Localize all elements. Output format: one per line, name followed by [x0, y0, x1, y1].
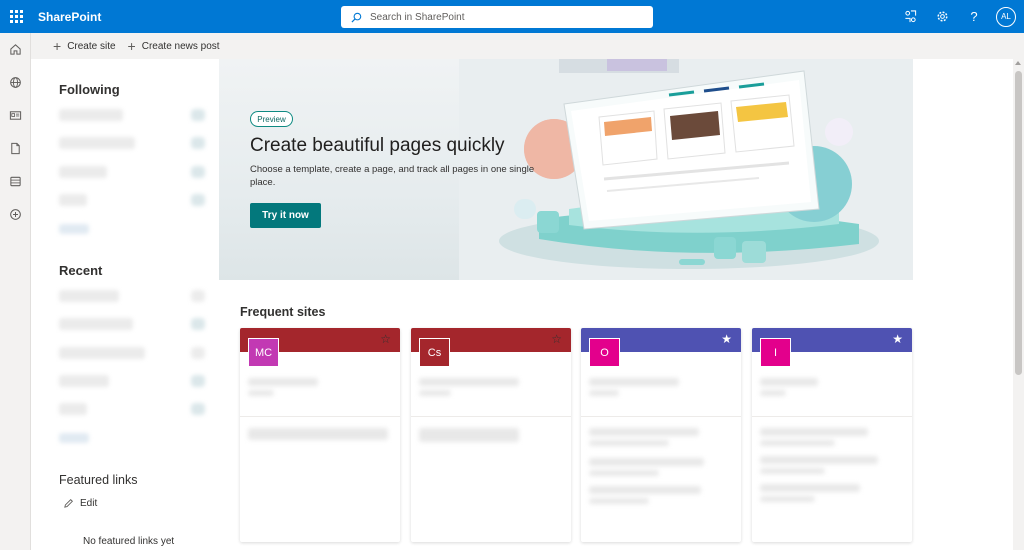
recent-item[interactable] [59, 375, 205, 387]
page-scrollbar[interactable] [1013, 59, 1024, 550]
appbar-sites-button[interactable] [0, 66, 31, 99]
waffle-icon [9, 10, 23, 23]
search-box[interactable] [341, 6, 653, 28]
scroll-up-arrow-icon[interactable] [1015, 61, 1021, 65]
site-logo: Cs [419, 338, 450, 367]
site-logo: O [589, 338, 620, 367]
plus-icon: + [127, 38, 136, 54]
settings-button[interactable] [926, 0, 958, 33]
star-filled-icon[interactable]: ★ [892, 333, 903, 345]
account-avatar[interactable]: AL [996, 6, 1016, 27]
appbar-lists-button[interactable] [0, 165, 31, 198]
gear-icon [936, 11, 948, 22]
pencil-icon [64, 499, 73, 508]
create-icon [10, 209, 21, 220]
following-item[interactable] [59, 194, 205, 206]
document-icon [11, 142, 20, 155]
appbar-home-button[interactable] [0, 33, 31, 66]
app-launcher-button[interactable] [0, 0, 32, 33]
try-it-now-button[interactable]: Try it now [250, 203, 321, 228]
home-icon [10, 44, 21, 55]
following-heading: Following [59, 82, 120, 97]
appbar-files-button[interactable] [0, 132, 31, 165]
site-logo: MC [248, 338, 279, 367]
create-news-label: Create news post [141, 40, 220, 52]
create-site-label: Create site [67, 40, 116, 52]
people-network-icon [904, 10, 916, 23]
star-outline-icon[interactable]: ☆ [380, 333, 391, 345]
star-outline-icon[interactable]: ☆ [551, 333, 562, 345]
following-item[interactable] [59, 109, 205, 121]
main-content: Preview Create beautiful pages quickly C… [219, 59, 1013, 550]
hero-title: Create beautiful pages quickly [250, 135, 505, 156]
hero-banner: Preview Create beautiful pages quickly C… [219, 59, 913, 280]
recent-item[interactable] [59, 403, 205, 415]
lists-icon [10, 176, 21, 187]
recent-item[interactable] [59, 347, 205, 359]
suite-bar: SharePoint ? AL [0, 0, 1024, 33]
people-network-button[interactable] [894, 0, 926, 33]
app-bar [0, 33, 31, 550]
left-panel: Following Recent Featured links Edit No … [31, 59, 219, 550]
site-card[interactable]: ☆ MC [240, 328, 400, 542]
create-news-post-button[interactable]: + Create news post [127, 38, 220, 54]
edit-featured-links-button[interactable]: Edit [63, 498, 97, 509]
appbar-news-button[interactable] [0, 99, 31, 132]
site-card[interactable]: ★ O [581, 328, 741, 542]
help-icon: ? [970, 9, 978, 24]
edit-label: Edit [80, 498, 98, 509]
scrollbar-thumb[interactable] [1015, 71, 1022, 375]
hero-description: Choose a template, create a page, and tr… [250, 164, 535, 188]
star-filled-icon[interactable]: ★ [721, 333, 732, 345]
help-button[interactable]: ? [958, 0, 990, 33]
recent-item[interactable] [59, 290, 205, 302]
search-input[interactable] [370, 11, 640, 23]
search-icon [351, 12, 362, 23]
create-site-button[interactable]: + Create site [53, 38, 116, 54]
recent-item[interactable] [59, 318, 205, 330]
plus-icon: + [53, 38, 62, 54]
following-item[interactable] [59, 137, 205, 149]
news-icon [9, 111, 22, 120]
recent-heading: Recent [59, 263, 103, 278]
site-card[interactable]: ☆ Cs [411, 328, 571, 542]
globe-icon [10, 77, 21, 88]
frequent-sites-heading: Frequent sites [240, 305, 326, 319]
preview-badge: Preview [250, 111, 293, 127]
see-all-recent-link[interactable] [59, 433, 89, 443]
following-item[interactable] [59, 166, 205, 178]
see-all-following-link[interactable] [59, 224, 89, 234]
featured-links-heading: Featured links [59, 473, 138, 487]
command-bar: + Create site + Create news post [31, 33, 1024, 59]
no-featured-links-text: No featured links yet [83, 536, 175, 547]
appbar-create-button[interactable] [0, 198, 31, 231]
site-logo: I [760, 338, 791, 367]
site-card[interactable]: ★ I [752, 328, 912, 542]
app-brand[interactable]: SharePoint [38, 10, 101, 24]
